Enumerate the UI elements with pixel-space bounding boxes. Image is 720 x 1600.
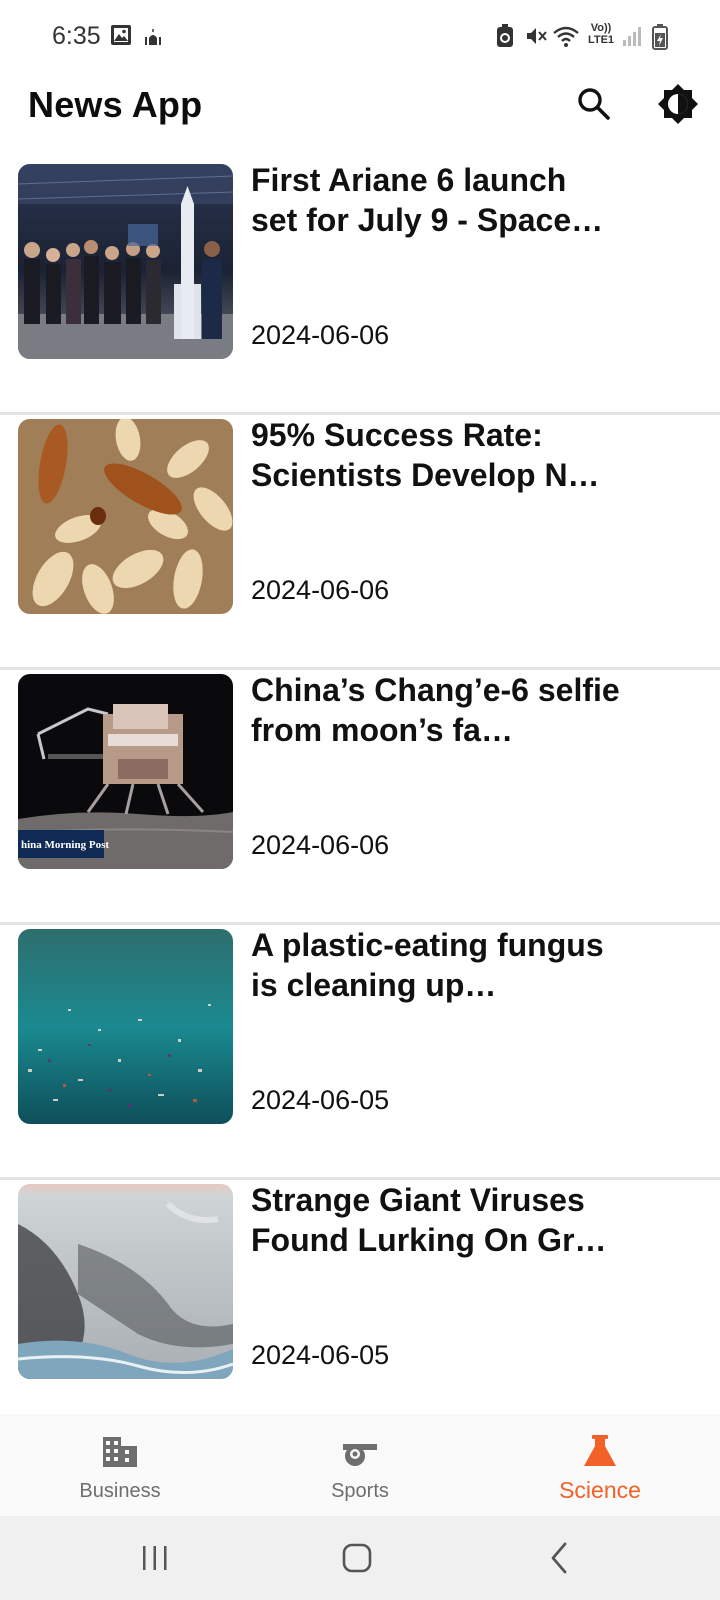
home-button[interactable] xyxy=(297,1516,417,1600)
battery-icon xyxy=(652,24,668,55)
nav-label: Business xyxy=(79,1480,161,1502)
nav-item-business[interactable]: Business xyxy=(0,1416,240,1516)
app-bar: News App xyxy=(0,76,720,156)
nav-item-science[interactable]: Science xyxy=(480,1416,720,1516)
wifi-icon xyxy=(552,24,580,53)
article-thumbnail xyxy=(18,164,233,359)
article-date: 2024-06-06 xyxy=(251,830,390,860)
gallery-icon xyxy=(110,24,132,51)
volte-label: Vo)) xyxy=(590,22,612,34)
mute-icon xyxy=(524,24,548,53)
article-date: 2024-06-05 xyxy=(251,1085,390,1115)
home-icon xyxy=(342,1543,372,1573)
article-thumbnail xyxy=(18,1184,233,1379)
back-button[interactable] xyxy=(499,1516,619,1600)
article-title: First Ariane 6 launch set for July 9 - S… xyxy=(251,162,604,238)
nav-item-sports[interactable]: Sports xyxy=(240,1416,480,1516)
news-card[interactable]: Strange Giant Viruses Found Lurking On G… xyxy=(0,1180,720,1416)
battery-saver-icon xyxy=(495,24,515,53)
article-date: 2024-06-06 xyxy=(251,575,390,605)
news-card[interactable]: First Ariane 6 launch set for July 9 - S… xyxy=(0,160,720,415)
status-bar: 6:35 Vo)) LTE1 xyxy=(0,0,720,76)
bottom-navigation: Business Sports Science xyxy=(0,1416,720,1516)
recent-apps-icon xyxy=(143,1546,167,1570)
article-date: 2024-06-06 xyxy=(251,320,390,350)
lte-label: LTE1 xyxy=(587,34,615,46)
news-list[interactable]: First Ariane 6 launch set for July 9 - S… xyxy=(0,160,720,1416)
article-title: China’s Chang’e-6 selfie from moon’s fa… xyxy=(251,672,620,748)
nav-label: Sports xyxy=(331,1480,389,1502)
news-card[interactable]: hina Morning Post China’s Chang’e-6 self… xyxy=(0,670,720,925)
search-icon xyxy=(578,88,610,120)
article-thumbnail: hina Morning Post xyxy=(18,674,233,869)
search-button[interactable] xyxy=(562,76,626,132)
news-card[interactable]: 95% Success Rate: Scientists Develop N… … xyxy=(0,415,720,670)
status-time: 6:35 xyxy=(52,22,101,50)
volte-icon: Vo)) LTE1 xyxy=(582,22,620,46)
signal-icon xyxy=(622,24,642,53)
recent-apps-button[interactable] xyxy=(95,1516,215,1600)
news-card[interactable]: A plastic-eating fungus is cleaning up… … xyxy=(0,925,720,1180)
article-title: 95% Success Rate: Scientists Develop N… xyxy=(251,417,600,493)
system-navigation-bar xyxy=(0,1516,720,1600)
article-title: Strange Giant Viruses Found Lurking On G… xyxy=(251,1182,607,1258)
flask-icon xyxy=(584,1435,616,1466)
article-title: A plastic-eating fungus is cleaning up… xyxy=(251,927,604,1003)
building-icon xyxy=(103,1437,137,1467)
app-title: News App xyxy=(28,84,203,125)
theme-toggle-button[interactable] xyxy=(646,76,710,132)
article-thumbnail xyxy=(18,929,233,1124)
whistle-icon xyxy=(343,1444,377,1466)
article-thumbnail xyxy=(18,419,233,614)
brightness-icon xyxy=(658,84,698,124)
back-icon xyxy=(551,1542,567,1574)
image-caption: hina Morning Post xyxy=(21,839,109,851)
article-date: 2024-06-05 xyxy=(251,1340,390,1370)
mosque-icon xyxy=(143,28,163,51)
nav-label: Science xyxy=(559,1477,641,1503)
